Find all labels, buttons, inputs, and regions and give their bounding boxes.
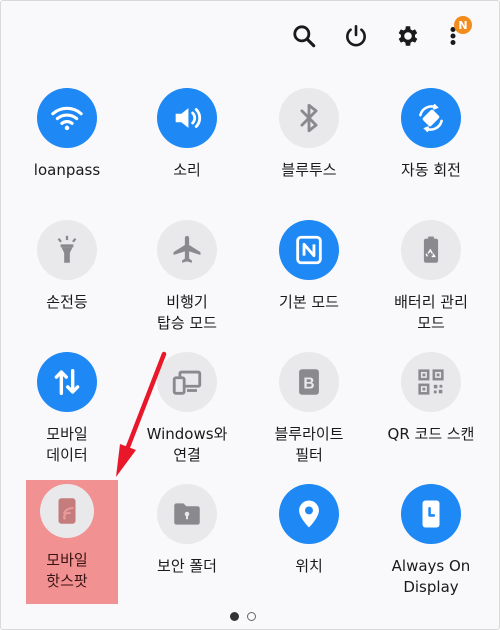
tile-label: 블루라이트 필터 [274,425,344,464]
tile-label: 자동 회전 [401,161,461,179]
tile-label: loanpass [33,161,101,179]
tile-secure-folder-button[interactable] [157,484,217,544]
more-options-button[interactable]: N [438,16,472,54]
tile-label: 소리 [173,161,201,179]
tile-qr-scanner[interactable]: QR 코드 스캔 [376,352,486,445]
tile-bluetooth-button[interactable] [279,88,339,148]
tile-wifi-button[interactable] [37,88,97,148]
tile-airplane-mode[interactable]: 비행기 탑승 모드 [132,220,242,334]
tile-label: 손전등 [46,293,88,311]
link-to-windows-icon [172,370,202,395]
tile-always-on-display[interactable]: Always On Display [376,484,486,598]
tile-label: 모바일 데이터 [46,425,88,464]
tile-label: 비행기 탑승 모드 [157,293,217,332]
tile-sound[interactable]: 소리 [132,88,242,181]
mobile-data-icon [54,368,80,396]
tile-auto-rotate-button[interactable] [401,88,461,148]
tile-label: 보안 폴더 [157,557,217,575]
bluetooth-icon [300,103,318,133]
wifi-icon [51,106,83,131]
tile-link-to-windows[interactable]: Windows와 연결 [132,352,242,466]
tile-label: 기본 모드 [279,293,339,311]
tile-blue-light-filter[interactable]: B 블루라이트 필터 [254,352,364,466]
blue-light-filter-icon: B [299,369,319,395]
tile-battery-saver[interactable]: 배터리 관리 모드 [376,220,486,334]
flashlight-icon [57,235,77,263]
tile-flashlight[interactable]: 손전등 [12,220,122,313]
always-on-display-icon [422,500,440,528]
tile-secure-folder[interactable]: 보안 폴더 [132,484,242,577]
tile-bluetooth[interactable]: 블루투스 [254,88,364,181]
notification-badge: N [454,16,472,34]
tile-nfc-button[interactable] [279,220,339,280]
qr-code-icon [418,369,444,395]
tile-label: 모바일 핫스팟 [46,551,88,590]
power-button[interactable] [338,18,374,54]
hotspot-icon [58,498,76,524]
settings-icon [398,26,418,46]
tile-flashlight-button[interactable] [37,220,97,280]
settings-button[interactable] [390,18,426,54]
tile-airplane-mode-button[interactable] [157,220,217,280]
power-icon [346,24,366,47]
tile-blue-light-filter-button[interactable]: B [279,352,339,412]
tile-label: 블루투스 [281,161,337,179]
tile-label: Always On Display [391,557,471,596]
tile-nfc[interactable]: 기본 모드 [254,220,364,313]
page-dot-active[interactable] [230,612,239,621]
airplane-icon [173,235,201,263]
tile-mobile-hotspot-button[interactable] [40,484,94,538]
tile-mobile-hotspot[interactable]: 모바일 핫스팟 [12,484,122,592]
tile-sound-button[interactable] [157,88,217,148]
auto-rotate-icon [419,103,443,133]
search-button[interactable] [286,18,322,54]
nfc-icon [296,235,322,265]
tile-location-button[interactable] [279,484,339,544]
tile-location[interactable]: 위치 [254,484,364,577]
tile-label: 위치 [295,557,323,575]
tile-link-to-windows-button[interactable] [157,352,217,412]
location-icon [299,500,319,528]
tile-auto-rotate[interactable]: 자동 회전 [376,88,486,181]
svg-text:B: B [303,375,314,392]
tile-always-on-display-button[interactable] [401,484,461,544]
page-indicator [230,612,256,621]
tile-label: Windows와 연결 [146,425,228,464]
quick-panel-toolbar: N [286,16,486,54]
tile-wifi[interactable]: loanpass [12,88,122,181]
battery-saver-icon [423,236,439,263]
tile-qr-scanner-button[interactable] [401,352,461,412]
tile-battery-saver-button[interactable] [401,220,461,280]
tile-mobile-data[interactable]: 모바일 데이터 [12,352,122,466]
tile-label: 배터리 관리 모드 [394,293,468,332]
secure-folder-icon [174,503,200,525]
page-dot[interactable] [247,612,256,621]
sound-icon [175,108,202,128]
search-icon [293,25,316,48]
tile-mobile-data-button[interactable] [37,352,97,412]
tile-label: QR 코드 스캔 [387,425,475,443]
